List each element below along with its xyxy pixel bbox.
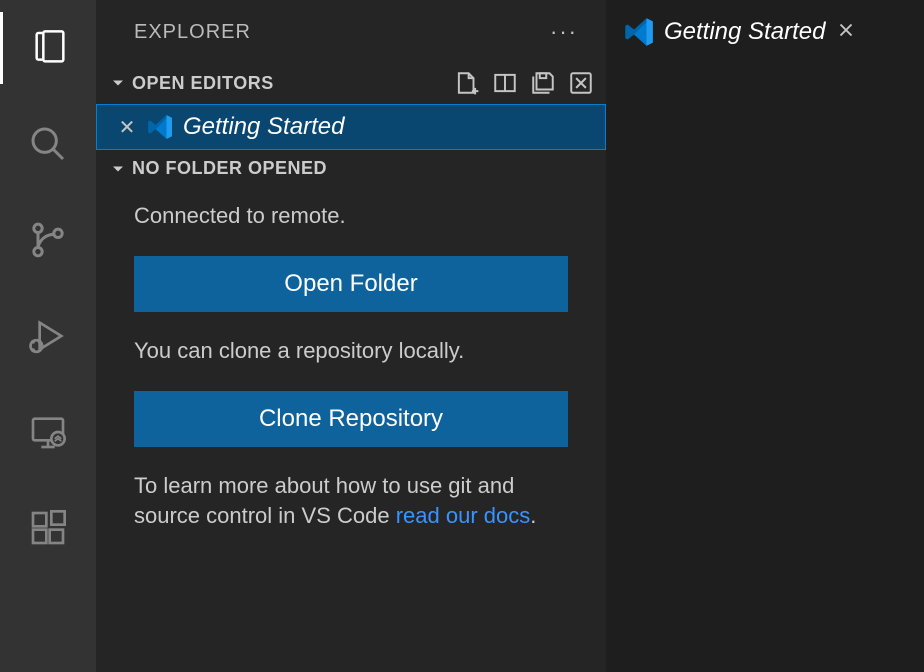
- activity-bar: [0, 0, 96, 672]
- chevron-down-icon: [108, 159, 128, 179]
- activity-run-debug[interactable]: [0, 300, 96, 372]
- editor-area: Getting Started: [606, 0, 924, 672]
- open-editor-label: Getting Started: [183, 113, 344, 141]
- save-all-icon[interactable]: [530, 70, 556, 96]
- activity-extensions[interactable]: [0, 492, 96, 564]
- explorer-sidebar: EXPLORER ··· OPEN EDITORS ✕ Getting Star…: [96, 0, 606, 672]
- vscode-icon: [147, 114, 173, 140]
- open-editors-actions: [454, 70, 594, 96]
- open-editors-header[interactable]: OPEN EDITORS: [96, 64, 606, 102]
- chevron-down-icon: [108, 73, 128, 93]
- sidebar-title: EXPLORER: [134, 21, 251, 44]
- new-untitled-file-icon[interactable]: [454, 70, 480, 96]
- connected-text: Connected to remote.: [134, 201, 568, 232]
- open-editors-label: OPEN EDITORS: [132, 73, 450, 94]
- read-docs-link[interactable]: read our docs: [396, 503, 531, 528]
- close-all-icon[interactable]: [568, 70, 594, 96]
- sidebar-header: EXPLORER ···: [96, 0, 606, 64]
- vscode-icon: [624, 17, 654, 47]
- activity-search[interactable]: [0, 108, 96, 180]
- clone-text: You can clone a repository locally.: [134, 336, 568, 367]
- learn-text: To learn more about how to use git and s…: [134, 471, 568, 533]
- activity-remote-explorer[interactable]: [0, 396, 96, 468]
- close-icon[interactable]: [835, 19, 857, 46]
- welcome-content: Connected to remote. Open Folder You can…: [96, 185, 606, 548]
- tab-bar: Getting Started: [606, 0, 924, 64]
- activity-source-control[interactable]: [0, 204, 96, 276]
- toggle-layout-icon[interactable]: [492, 70, 518, 96]
- close-icon[interactable]: ✕: [117, 115, 137, 140]
- no-folder-label: NO FOLDER OPENED: [132, 158, 594, 179]
- no-folder-header[interactable]: NO FOLDER OPENED: [96, 152, 606, 185]
- open-editor-item[interactable]: ✕ Getting Started: [96, 104, 606, 150]
- more-actions-icon[interactable]: ···: [550, 19, 578, 45]
- open-folder-button[interactable]: Open Folder: [134, 256, 568, 312]
- tab-getting-started[interactable]: Getting Started: [606, 0, 875, 64]
- activity-explorer[interactable]: [0, 12, 96, 84]
- tab-label: Getting Started: [664, 18, 825, 46]
- clone-repository-button[interactable]: Clone Repository: [134, 391, 568, 447]
